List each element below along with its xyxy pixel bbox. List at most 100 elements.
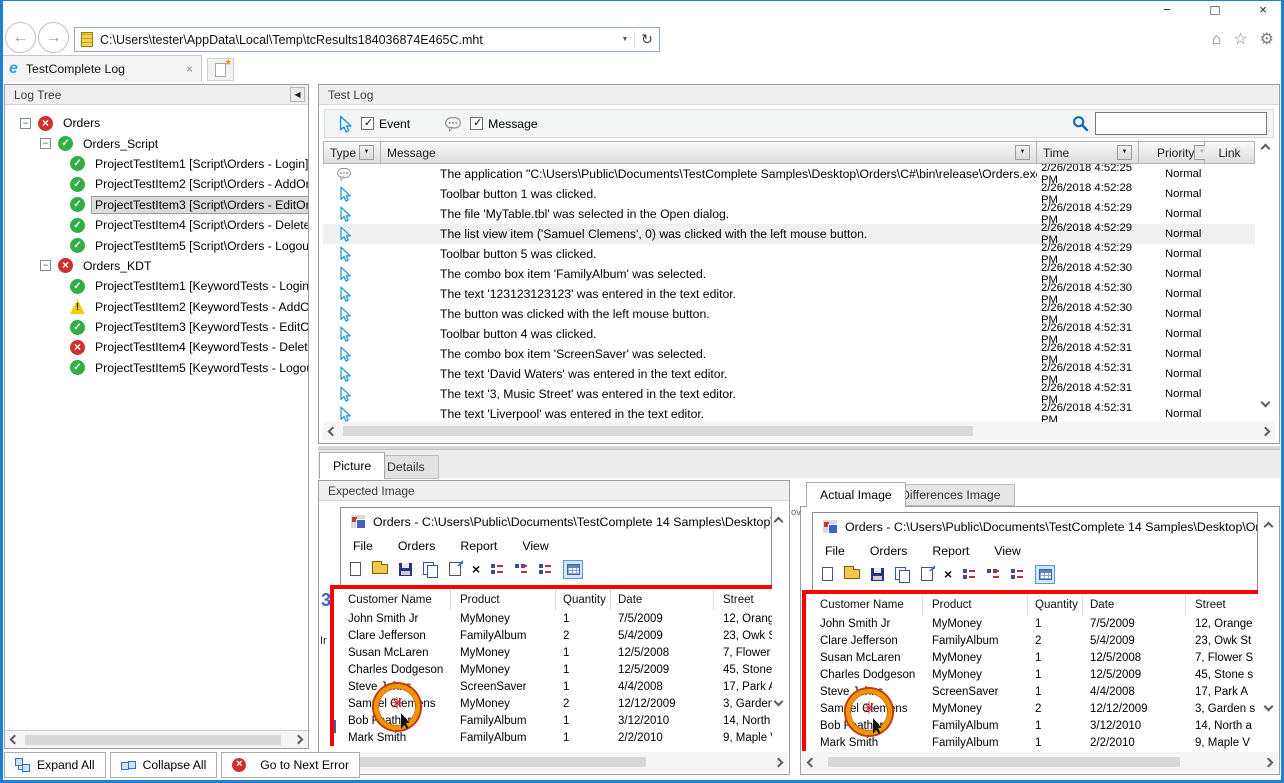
- scroll-up-icon[interactable]: [1264, 522, 1274, 532]
- scrollbar-thumb[interactable]: [25, 735, 281, 745]
- ie-logo-icon: e: [9, 60, 18, 78]
- log-row[interactable]: Toolbar button 1 was clicked.2/26/2018 4…: [323, 184, 1255, 204]
- event-checkbox[interactable]: [361, 117, 374, 130]
- message-filter-dropdown-icon[interactable]: ▼: [1015, 145, 1030, 160]
- type-filter-dropdown-icon[interactable]: ▼: [359, 145, 374, 160]
- scrollbar-thumb[interactable]: [828, 757, 1180, 767]
- collapse-toggle-icon[interactable]: [40, 138, 51, 149]
- address-bar[interactable]: ▼ ↻: [74, 27, 660, 52]
- orders-menubar: File Orders Report View: [813, 540, 1257, 561]
- grid-cell: 17, Park A: [714, 681, 772, 693]
- tree-item[interactable]: ProjectTestItem5 [Script\Orders - Logout…: [5, 235, 308, 255]
- scroll-left-icon[interactable]: [807, 757, 817, 767]
- tree-item[interactable]: ProjectTestItem1 [Script\Orders - Login]: [5, 154, 308, 174]
- grid-row: Clare JeffersonFamilyAlbum25/4/200923, O…: [334, 627, 772, 644]
- tab-testcomplete-log[interactable]: e TestComplete Log ×: [0, 55, 202, 82]
- tree-item[interactable]: Orders: [5, 113, 308, 133]
- tab-label: Details: [387, 460, 425, 474]
- picture-horizontal-scrollbar[interactable]: [320, 752, 788, 772]
- scroll-up-icon[interactable]: [1261, 144, 1271, 154]
- log-row[interactable]: The text 'Liverpool' was entered in the …: [323, 404, 1255, 424]
- address-input[interactable]: [100, 33, 616, 47]
- scrollbar-thumb[interactable]: [343, 426, 973, 436]
- scroll-left-icon[interactable]: [10, 735, 20, 745]
- scrollbar-thumb[interactable]: [346, 757, 646, 767]
- tab-actual-image[interactable]: Actual Image: [806, 482, 906, 507]
- go-to-next-error-button[interactable]: Go to Next Error: [221, 752, 360, 778]
- grid-cell: 23, Owk St: [1186, 635, 1258, 647]
- scroll-right-icon[interactable]: [1261, 426, 1271, 436]
- tab-picture[interactable]: Picture: [319, 452, 385, 479]
- tree-item[interactable]: ProjectTestItem3 [KeywordTests - EditOrd…: [5, 317, 308, 337]
- log-row[interactable]: The text '123123123123' was entered in t…: [323, 284, 1255, 304]
- browser-action-icons: ⌂ ☆ ⚙: [1212, 29, 1274, 51]
- scroll-down-icon[interactable]: [774, 697, 784, 707]
- click-indicator-icon: [846, 689, 892, 735]
- scroll-down-icon[interactable]: [1264, 702, 1274, 712]
- message-checkbox[interactable]: [470, 117, 483, 130]
- time-filter-dropdown-icon[interactable]: ▼: [1117, 145, 1132, 160]
- log-message: The file 'MyTable.tbl' was selected in t…: [440, 207, 1037, 221]
- tab-differences-image[interactable]: Differences Image: [887, 484, 1015, 506]
- log-row[interactable]: The application "C:\Users\Public\Documen…: [323, 164, 1255, 184]
- log-row[interactable]: The combo box item 'FamilyAlbum' was sel…: [323, 264, 1255, 284]
- grid-column-label: Date: [611, 589, 714, 610]
- log-horizontal-scrollbar[interactable]: [323, 422, 1275, 440]
- log-row[interactable]: The text 'David Waters' was entered in t…: [323, 364, 1255, 384]
- tree-item[interactable]: ProjectTestItem5 [KeywordTests - Logout]: [5, 358, 308, 378]
- maximize-button[interactable]: □: [1206, 2, 1224, 19]
- home-icon[interactable]: ⌂: [1212, 29, 1222, 51]
- back-button[interactable]: ←: [5, 22, 36, 53]
- address-dropdown-icon[interactable]: ▼: [616, 36, 634, 43]
- scroll-up-icon[interactable]: [774, 517, 784, 527]
- tree-item-selected[interactable]: ProjectTestItem3 [Script\Orders - EditOr…: [5, 195, 308, 215]
- refresh-button[interactable]: ↻: [635, 31, 659, 48]
- event-icon: [336, 286, 352, 302]
- collapse-toggle-icon[interactable]: [20, 118, 31, 129]
- tree-item[interactable]: Orders_Script: [5, 133, 308, 153]
- picture-horizontal-scrollbar[interactable]: [802, 752, 1278, 772]
- tree-item[interactable]: ProjectTestItem2 [KeywordTests - AddOrde…: [5, 297, 308, 317]
- favorites-star-icon[interactable]: ☆: [1233, 29, 1247, 51]
- search-input[interactable]: [1095, 112, 1267, 135]
- scroll-right-icon[interactable]: [774, 757, 784, 767]
- tree-item[interactable]: ProjectTestItem4 [Script\Orders - Delete…: [5, 215, 308, 235]
- minimize-button[interactable]: −: [1158, 2, 1176, 19]
- tree-horizontal-scrollbar[interactable]: [5, 730, 308, 748]
- tree-item[interactable]: ProjectTestItem4 [KeywordTests - DeleteO…: [5, 337, 308, 357]
- orders-title-text: Orders - C:\Users\Public\Documents\TestC…: [373, 515, 771, 529]
- settings-gear-icon[interactable]: ⚙: [1260, 29, 1274, 51]
- scroll-down-icon[interactable]: [1261, 398, 1271, 408]
- success-icon: [70, 177, 85, 192]
- panel-collapse-button[interactable]: ◀: [290, 87, 305, 102]
- collapse-all-button[interactable]: Collapse All: [110, 752, 218, 778]
- tab-close-icon[interactable]: ×: [186, 62, 193, 76]
- success-icon: [70, 197, 85, 212]
- tree-item[interactable]: ProjectTestItem1 [KeywordTests - Login]: [5, 276, 308, 296]
- log-row[interactable]: The button was clicked with the left mou…: [323, 304, 1255, 324]
- menu-file: File: [825, 544, 845, 558]
- event-icon: [335, 115, 353, 133]
- scroll-right-icon[interactable]: [294, 735, 304, 745]
- log-row[interactable]: The text '3, Music Street' was entered i…: [323, 384, 1255, 404]
- log-row[interactable]: The combo box item 'ScreenSaver' was sel…: [323, 344, 1255, 364]
- grid-cell: MyMoney: [451, 698, 556, 710]
- log-row[interactable]: Toolbar button 5 was clicked.2/26/2018 4…: [323, 244, 1255, 264]
- expand-all-button[interactable]: Expand All: [4, 752, 106, 778]
- scroll-right-icon[interactable]: [1264, 757, 1274, 767]
- collapse-toggle-icon[interactable]: [40, 260, 51, 271]
- log-row-highlighted[interactable]: The list view item ('Samuel Clemens', 0)…: [323, 224, 1255, 244]
- tree-item[interactable]: Orders_KDT: [5, 256, 308, 276]
- log-vertical-scrollbar[interactable]: [1256, 141, 1276, 424]
- grid-cell: FamilyAlbum: [451, 732, 556, 744]
- tree-item[interactable]: ProjectTestItem2 [Script\Orders - AddOrd…: [5, 174, 308, 194]
- forward-button[interactable]: →: [38, 22, 69, 53]
- close-button[interactable]: ×: [1254, 2, 1272, 19]
- scroll-left-icon[interactable]: [328, 426, 338, 436]
- log-row[interactable]: Toolbar button 4 was clicked.2/26/2018 4…: [323, 324, 1255, 344]
- grid-cell: 2: [556, 698, 611, 710]
- error-icon: [38, 116, 53, 131]
- grid-cell: 23, Owk St: [714, 630, 772, 642]
- new-tab-button[interactable]: [207, 58, 234, 81]
- log-row[interactable]: The file 'MyTable.tbl' was selected in t…: [323, 204, 1255, 224]
